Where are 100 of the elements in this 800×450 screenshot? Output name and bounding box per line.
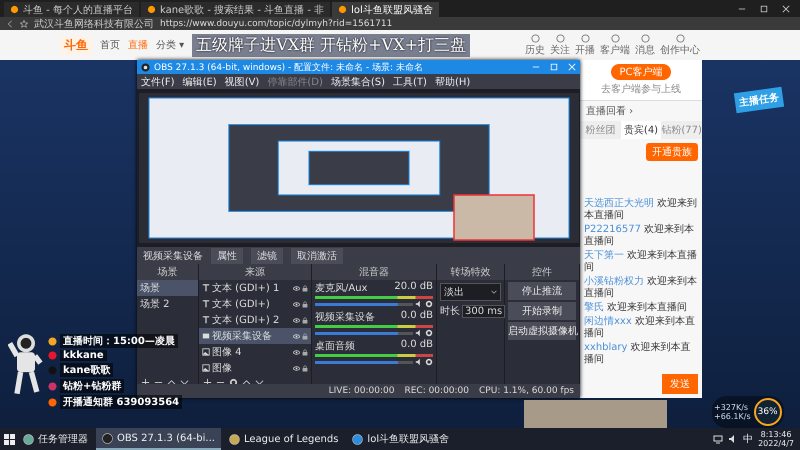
browser-tab[interactable]: 斗鱼 - 每个人的直播平台 bbox=[4, 2, 139, 17]
network-icon[interactable] bbox=[713, 434, 724, 444]
lock-icon[interactable] bbox=[302, 364, 308, 372]
lock-icon[interactable] bbox=[302, 300, 308, 308]
browser-tab[interactable]: lol斗鱼联盟风骚舍 bbox=[332, 2, 439, 17]
overlay-text: 开播通知群 639093564 bbox=[60, 395, 182, 409]
lock-icon[interactable] bbox=[302, 316, 308, 324]
menu-item[interactable]: 视图(V) bbox=[224, 74, 260, 88]
close-icon[interactable] bbox=[782, 4, 790, 12]
scene-item[interactable]: 场景 2 bbox=[137, 296, 198, 312]
toolbar-button[interactable]: 属性 bbox=[211, 248, 243, 264]
down-icon[interactable] bbox=[255, 378, 264, 387]
app-icon bbox=[352, 434, 364, 444]
toolbar-button[interactable]: 滤镜 bbox=[251, 248, 283, 264]
maximize-icon[interactable] bbox=[760, 4, 768, 12]
dock-title: 控件 bbox=[505, 264, 579, 280]
chat-message: 小溪钻粉权力 欢迎来到本直播间 bbox=[584, 276, 698, 300]
duration-label: 时长 bbox=[440, 304, 460, 318]
channel-reading: 20.0 dB bbox=[394, 281, 433, 294]
circle-icon bbox=[580, 34, 590, 42]
add-icon[interactable] bbox=[203, 378, 212, 387]
menu-item[interactable]: 场景集合(S) bbox=[330, 74, 386, 88]
control-button[interactable]: 启动虚拟摄像机 bbox=[508, 322, 576, 340]
browser-tab[interactable]: kane歌歌 - 搜索结果 - 斗鱼直播 - 非 bbox=[140, 2, 330, 17]
upload-speed: +327K/s bbox=[714, 403, 750, 412]
chat-message: 天选西正大光明 欢迎来到本直播间 bbox=[584, 198, 698, 222]
app-icon bbox=[23, 434, 34, 444]
url-text[interactable]: https://www.douyu.com/topic/dylmyh?rid=1561711 bbox=[160, 18, 392, 28]
star-icon[interactable] bbox=[20, 20, 28, 28]
header-link[interactable]: 创作中心 bbox=[660, 34, 700, 56]
eye-icon[interactable] bbox=[293, 284, 300, 292]
window-title: OBS 27.1.3 (64-bit, windows) - 配置文件: 未命名 - 场景: 未命名 bbox=[154, 62, 423, 74]
source-item[interactable]: 视频采集设备 bbox=[199, 328, 311, 344]
back-icon[interactable] bbox=[6, 20, 14, 28]
taskbar-clock[interactable]: 8:13:46 2022/4/7 bbox=[758, 430, 794, 448]
eye-icon[interactable] bbox=[293, 348, 300, 356]
text-icon bbox=[202, 284, 210, 292]
chat-message: 擎氏 欢迎来到本直播间 bbox=[584, 302, 688, 314]
eye-icon[interactable] bbox=[293, 332, 300, 340]
replay-link[interactable]: 直播回看 › bbox=[580, 101, 702, 121]
header-link[interactable]: 客户端 bbox=[600, 34, 630, 56]
up-icon[interactable] bbox=[167, 378, 176, 387]
eye-icon[interactable] bbox=[293, 316, 300, 324]
site-name: 武汉斗鱼网络科技有限公司 bbox=[34, 18, 154, 30]
menu-item[interactable]: 工具(T) bbox=[393, 74, 427, 88]
header-link[interactable]: 关注 bbox=[550, 34, 570, 56]
channel-name: 桌面音频 bbox=[315, 340, 355, 353]
overlay-text: 直播时间：15:00—凌晨 bbox=[60, 334, 178, 348]
down-icon[interactable] bbox=[180, 378, 189, 387]
channel-name: 视频采集设备 bbox=[315, 310, 375, 324]
chat-message: 天下第一 欢迎来到本直播间 bbox=[584, 250, 698, 274]
eye-icon[interactable] bbox=[293, 300, 300, 308]
source-item[interactable]: 图像 4 bbox=[199, 344, 311, 360]
text-icon bbox=[202, 300, 210, 308]
header-link[interactable]: 消息 bbox=[635, 34, 655, 56]
add-icon[interactable] bbox=[141, 378, 150, 387]
lock-icon[interactable] bbox=[302, 348, 308, 356]
dock-title: 来源 bbox=[199, 264, 311, 280]
menu-item[interactable]: 帮助(H) bbox=[434, 74, 470, 88]
windows-icon[interactable] bbox=[4, 434, 15, 444]
source-item[interactable]: 图像 bbox=[199, 360, 311, 376]
taskbar-item[interactable]: lol斗鱼联盟风骚舍 bbox=[346, 428, 456, 450]
selected-source-label: 视频采集设备 bbox=[143, 250, 203, 262]
source-item[interactable]: 文本 (GDI+) bbox=[199, 296, 311, 312]
transition-dropdown[interactable]: 淡出 bbox=[440, 283, 501, 301]
dock-title: 转场特效 bbox=[437, 264, 504, 280]
overlay-text: kkkane bbox=[60, 350, 107, 361]
caret-icon bbox=[491, 289, 497, 295]
lock-icon[interactable] bbox=[302, 284, 308, 292]
source-item[interactable]: 文本 (GDI+) 1 bbox=[199, 280, 311, 296]
panel-tab[interactable]: 贵宾(4) bbox=[620, 121, 662, 139]
channel-reading: 0.0 dB bbox=[400, 310, 433, 323]
source-item[interactable]: 文本 (GDI+) 2 bbox=[199, 312, 311, 328]
eye-icon[interactable] bbox=[293, 364, 300, 372]
circle-icon bbox=[640, 34, 650, 42]
header-link[interactable]: 开播 bbox=[575, 34, 595, 56]
taskbar-item[interactable]: League of Legends bbox=[222, 428, 344, 450]
nav-link[interactable]: 首页 bbox=[100, 38, 120, 52]
up-icon[interactable] bbox=[242, 378, 251, 387]
status-text: REC: 00:00:00 bbox=[404, 386, 470, 396]
scene-item[interactable]: 场景 bbox=[137, 280, 198, 296]
circle-icon bbox=[556, 34, 564, 42]
control-button[interactable]: 开始录制 bbox=[508, 302, 576, 320]
menu-item[interactable]: 编辑(E) bbox=[182, 74, 217, 88]
taskbar-item[interactable]: OBS 27.1.3 (64-bi... bbox=[96, 428, 221, 450]
duration-field[interactable]: 300 ms bbox=[462, 304, 506, 318]
input-method-indicator[interactable]: 中 bbox=[743, 432, 754, 446]
lock-icon[interactable] bbox=[302, 332, 308, 340]
toolbar-button[interactable]: 取消激活 bbox=[291, 248, 343, 264]
obs-logo-icon bbox=[141, 62, 150, 72]
app-icon bbox=[228, 434, 240, 444]
control-button[interactable]: 停止推流 bbox=[508, 282, 576, 300]
taskbar-item[interactable]: 任务管理器 bbox=[17, 428, 94, 450]
menu-item[interactable]: 文件(F) bbox=[141, 74, 175, 88]
status-text: CPU: 1.1%, 60.00 fps bbox=[479, 386, 574, 396]
header-link[interactable]: 历史 bbox=[525, 34, 545, 56]
download-speed: +66.1K/s bbox=[714, 412, 751, 421]
channel-reading: 0.0 dB bbox=[400, 339, 433, 352]
nav-link[interactable]: 分类 ▾ bbox=[156, 38, 184, 52]
circle-icon bbox=[610, 34, 620, 42]
